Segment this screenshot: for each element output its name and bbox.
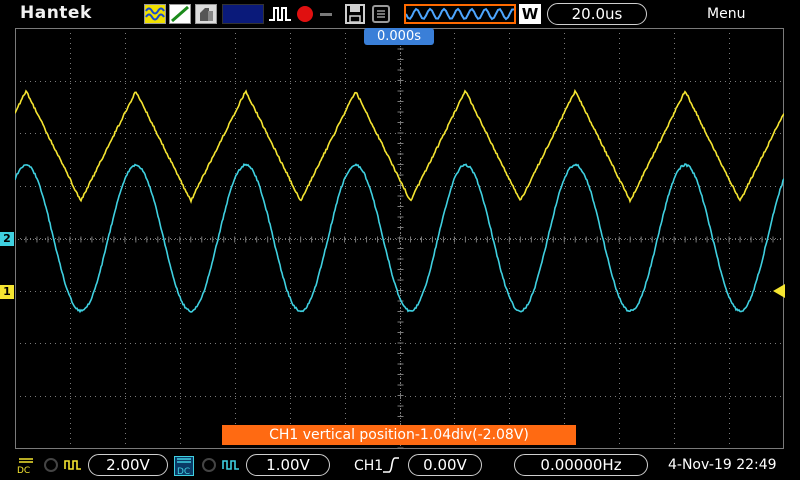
window-badge[interactable]: W: [519, 4, 541, 24]
blank-panel: [222, 4, 264, 24]
ch1-bandwidth-icon[interactable]: [42, 457, 60, 473]
datetime: 4-Nov-19 22:49: [668, 457, 777, 473]
timebase-value[interactable]: 20.0us: [547, 3, 647, 25]
timebase-waveform-icon[interactable]: [404, 4, 516, 24]
ch1-probe-icon[interactable]: [64, 457, 82, 473]
pulse-icon[interactable]: [268, 4, 292, 24]
ch2-bandwidth-icon[interactable]: [200, 457, 218, 473]
usb-icon[interactable]: [370, 4, 392, 24]
trigger-source[interactable]: CH1: [354, 458, 383, 474]
ch1-position-marker[interactable]: 1: [0, 285, 14, 299]
waveform-mode-icon[interactable]: [144, 4, 166, 24]
save-disk-icon[interactable]: [344, 4, 366, 24]
top-toolbar: Hantek W 20.0us Menu: [0, 0, 800, 28]
minus-icon[interactable]: [318, 4, 334, 24]
ch1-waveform: [15, 91, 784, 201]
record-icon[interactable]: [296, 4, 314, 24]
rising-edge-icon[interactable]: [382, 456, 400, 474]
frequency-readout: 0.00000Hz: [514, 454, 648, 476]
status-message: CH1 vertical position-1.04div(-2.08V): [222, 425, 576, 445]
ch2-probe-icon[interactable]: [222, 457, 240, 473]
waveform-canvas: [15, 28, 784, 449]
trigger-time-label: 0.000s: [364, 28, 434, 45]
ch1-coupling-label: DC: [17, 466, 30, 476]
trigger-level[interactable]: 0.00V: [408, 454, 482, 476]
bottom-status-bar: DC 2.00V DC 1.00V CH1 0.00V 0.00000Hz 4-…: [0, 450, 800, 480]
ch2-scale[interactable]: 1.00V: [246, 454, 330, 476]
waveform-display[interactable]: [15, 28, 784, 449]
ch2-coupling-label: DC: [177, 467, 190, 477]
ch1-scale[interactable]: 2.00V: [88, 454, 168, 476]
vector-mode-icon[interactable]: [169, 4, 191, 24]
trigger-level-marker[interactable]: [773, 284, 785, 298]
menu-button[interactable]: Menu: [707, 6, 745, 22]
persistence-icon[interactable]: [195, 4, 217, 24]
ch2-position-marker[interactable]: 2: [0, 232, 14, 246]
brand-logo: Hantek: [20, 3, 92, 23]
